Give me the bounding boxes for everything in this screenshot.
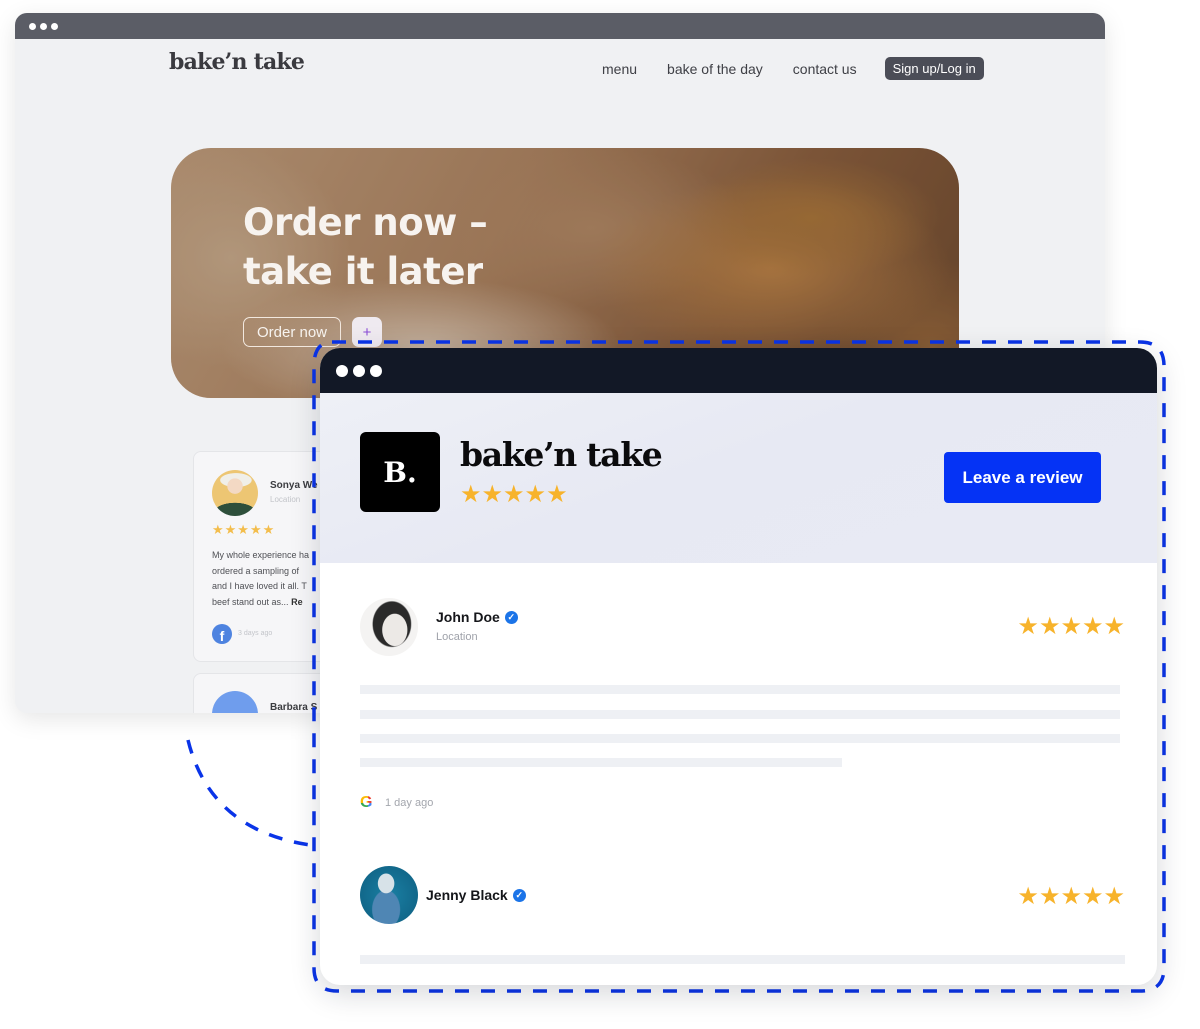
window-dot	[29, 22, 36, 30]
avatar	[360, 866, 418, 924]
widget-titlebar	[320, 348, 1157, 393]
nav-bake-of-the-day[interactable]: bake of the day	[667, 61, 763, 77]
star-rating: ★★★★★	[212, 522, 276, 537]
nav-contact-us[interactable]: contact us	[793, 61, 857, 77]
reviewer-name: John Doe	[436, 609, 500, 625]
review-time: 1 day ago	[385, 797, 434, 809]
website-titlebar	[15, 13, 1105, 39]
reviews-widget-window: B. bake’n take ★★★★★ Leave a review John…	[320, 348, 1157, 985]
window-dot	[353, 364, 365, 377]
brand-logo: B.	[360, 432, 440, 512]
read-more-link[interactable]: Re	[291, 597, 303, 607]
reviewer-name: Jenny Black	[426, 887, 508, 903]
review-star-rating: ★★★★★	[1017, 883, 1125, 910]
review-text-placeholder	[360, 955, 1125, 964]
review-star-rating: ★★★★★	[1017, 613, 1125, 640]
reviewer-name-row: John Doe ✓	[436, 609, 518, 625]
facebook-icon: f	[212, 624, 232, 644]
reviewer-name: Barbara S	[270, 702, 318, 713]
window-dot	[336, 364, 348, 377]
review-card-sonya: Sonya We Location ★★★★★ My whole experie…	[193, 451, 333, 662]
verified-badge-icon: ✓	[512, 888, 526, 902]
avatar	[212, 691, 258, 713]
review-text-placeholder	[360, 734, 1120, 743]
reviewer-location: Location	[436, 631, 478, 643]
brand-star-rating: ★★★★★	[460, 481, 568, 508]
site-nav: menu bake of the day contact us Sign up/…	[602, 57, 984, 80]
avatar	[360, 598, 418, 656]
hero-title-line-1: Order now –	[243, 201, 488, 244]
hero-title-line-2: take it later	[243, 250, 483, 293]
verified-badge-icon: ✓	[504, 610, 518, 624]
review-text-placeholder	[360, 758, 842, 767]
order-now-button[interactable]: Order now	[243, 317, 341, 347]
avatar	[212, 470, 258, 516]
add-button[interactable]: +	[352, 317, 382, 347]
signup-login-button[interactable]: Sign up/Log in	[884, 57, 984, 80]
nav-menu[interactable]: menu	[602, 61, 637, 77]
review-text-placeholder	[360, 710, 1120, 719]
window-dot	[370, 364, 382, 377]
google-icon: G	[360, 795, 376, 811]
dashed-connector-curve	[186, 739, 311, 847]
review-time: 3 days ago	[238, 630, 273, 637]
review-text-fragment: beef stand out as...	[212, 596, 289, 607]
reviewer-location: Location	[270, 495, 301, 504]
widget-header: B. bake’n take ★★★★★ Leave a review	[320, 393, 1157, 563]
reviewer-name: Sonya We	[270, 480, 318, 491]
window-dot	[51, 22, 58, 30]
review-source: G 1 day ago	[360, 795, 433, 811]
reviewer-name-row: Jenny Black ✓	[426, 887, 526, 903]
hero-title: Order now – take it later	[243, 198, 488, 296]
review-text-placeholder	[360, 685, 1120, 694]
window-dot	[40, 22, 47, 30]
brand-name: bake’n take	[460, 435, 663, 474]
leave-review-button[interactable]: Leave a review	[944, 452, 1101, 503]
review-card-barbara: Barbara S	[193, 673, 333, 713]
site-logo[interactable]: bake’n take	[169, 49, 305, 75]
